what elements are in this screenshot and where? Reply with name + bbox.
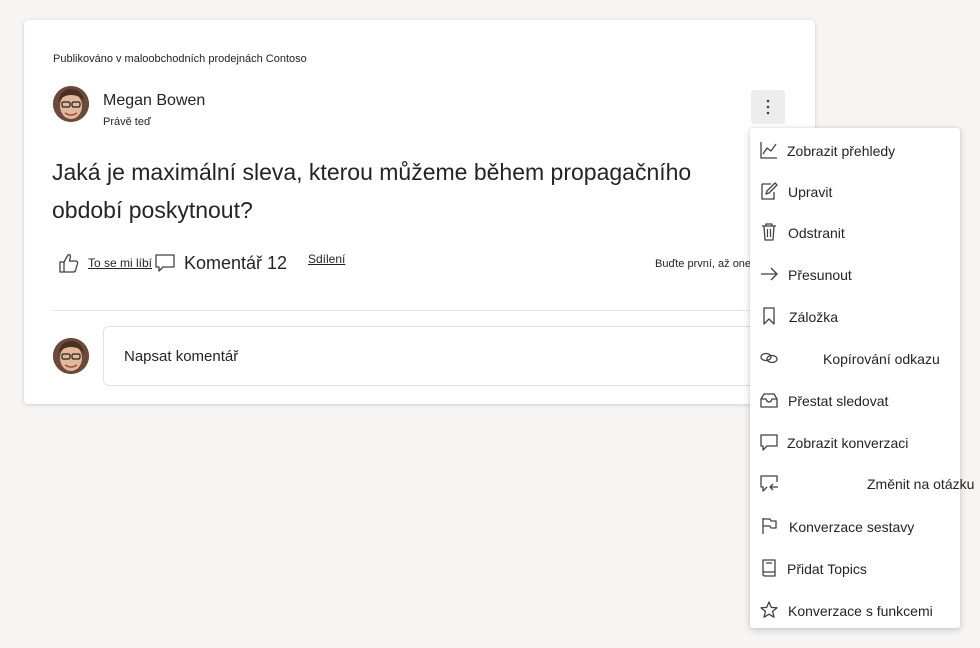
menu-label: Zobrazit přehledy: [787, 143, 896, 159]
menu-item-feature-conversation[interactable]: Konverzace s funkcemi: [750, 590, 960, 630]
more-options-menu: Zobrazit přehledy Upravit Odstranit Přes…: [750, 128, 974, 630]
avatar-photo-icon: [53, 86, 89, 122]
menu-item-change-to-question[interactable]: Změnit na otázku: [750, 463, 974, 503]
avatar-photo-icon: [53, 338, 89, 374]
menu-item-edit[interactable]: Upravit: [750, 171, 960, 211]
menu-label: Přidat Topics: [787, 561, 867, 577]
like-button[interactable]: To se mi líbí: [58, 252, 152, 274]
thumbs-up-icon: [59, 254, 79, 273]
bookmark-icon: [763, 307, 775, 325]
book-icon: [762, 559, 776, 577]
menu-item-add-topics[interactable]: Přidat Topics: [750, 548, 960, 588]
menu-item-unfollow[interactable]: Přestat sledovat: [750, 380, 960, 420]
inbox-icon: [760, 393, 778, 408]
menu-label: Konverzace s funkcemi: [788, 603, 933, 619]
comment-count-label: Komentář 12: [184, 252, 288, 273]
star-icon: [760, 601, 778, 618]
more-vertical-icon: [766, 99, 770, 115]
trash-icon: [762, 223, 776, 241]
like-label: To se mi líbí: [88, 256, 153, 270]
post-timestamp: Právě teď: [103, 116, 151, 128]
menu-item-view-insights[interactable]: Zobrazit přehledy: [750, 130, 960, 170]
reply-placeholder: Napsat komentář: [124, 348, 239, 365]
post-card: Publikováno v maloobchodních prodejnách …: [24, 20, 815, 404]
menu-item-delete[interactable]: Odstranit: [750, 212, 960, 252]
edit-icon: [761, 182, 778, 200]
chat-icon: [760, 434, 778, 451]
chat-swap-icon: [760, 475, 778, 492]
menu-label: Změnit na otázku: [867, 476, 975, 492]
menu-label: Přestat sledovat: [788, 393, 889, 409]
menu-item-move[interactable]: Přesunout: [750, 254, 960, 294]
menu-label: Přesunout: [788, 267, 852, 283]
menu-item-copy-link[interactable]: Kopírování odkazu: [750, 338, 960, 378]
more-options-button[interactable]: [751, 90, 785, 124]
menu-item-report-conversation[interactable]: Konverzace sestavy: [750, 506, 960, 546]
comment-button[interactable]: Komentář 12: [154, 252, 287, 274]
menu-label: Odstranit: [788, 225, 845, 241]
reply-input[interactable]: Napsat komentář: [103, 326, 785, 386]
menu-label: Konverzace sestavy: [789, 519, 915, 535]
post-question: Jaká je maximální sleva, kterou můžeme b…: [52, 159, 692, 223]
menu-label: Kopírování odkazu: [823, 351, 940, 367]
menu-item-view-conversation[interactable]: Zobrazit konverzaci: [750, 422, 960, 462]
flag-icon: [762, 518, 777, 534]
menu-label: Záložka: [789, 309, 839, 325]
menu-label: Upravit: [788, 184, 833, 200]
author-avatar[interactable]: [53, 86, 89, 122]
post-actions: To se mi líbí Komentář 12 Sdílení Buďte …: [58, 252, 798, 278]
menu-item-bookmark[interactable]: Záložka: [750, 296, 960, 336]
current-user-avatar: [53, 338, 89, 374]
divider: [52, 310, 792, 311]
chart-icon: [760, 142, 777, 159]
published-in-label: Publikováno v maloobchodních prodejnách …: [53, 53, 307, 65]
author-name[interactable]: Megan Bowen: [103, 92, 205, 110]
arrow-right-icon: [761, 267, 778, 281]
share-label: Sdílení: [308, 252, 346, 266]
comment-icon: [155, 254, 175, 272]
link-icon: [760, 352, 778, 364]
share-button[interactable]: Sdílení: [308, 252, 345, 266]
menu-label: Zobrazit konverzaci: [787, 435, 909, 451]
